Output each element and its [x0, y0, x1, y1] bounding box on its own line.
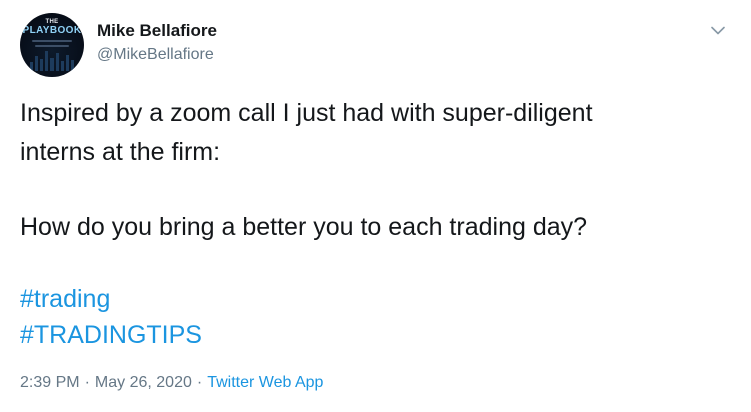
- hashtag-tradingtips-line: #TRADINGTIPS: [20, 318, 740, 353]
- tweet-metadata: 2:39 PM · May 26, 2020 · Twitter Web App: [20, 374, 323, 392]
- separator: ·: [196, 374, 203, 391]
- more-options-button[interactable]: [707, 19, 729, 41]
- author-handle[interactable]: @MikeBellafiore: [97, 46, 214, 64]
- source-app-link[interactable]: Twitter Web App: [207, 374, 323, 391]
- separator: ·: [84, 374, 90, 391]
- hashtag-trading-line: #trading: [20, 282, 740, 317]
- tweet-time[interactable]: 2:39 PM: [20, 374, 80, 391]
- tweet-card: THE PLAYBOOK Mike Bellafiore @MikeBellaf…: [0, 0, 751, 412]
- hashtag-link[interactable]: #TRADINGTIPS: [20, 321, 202, 349]
- avatar-decoration: [35, 45, 69, 47]
- author-name[interactable]: Mike Bellafiore: [97, 21, 217, 41]
- tweet-date[interactable]: May 26, 2020: [95, 374, 192, 391]
- avatar-text-brand: PLAYBOOK: [22, 25, 82, 36]
- hashtag-link[interactable]: #trading: [20, 285, 110, 313]
- tweet-text-line-2: interns at the firm:: [20, 138, 221, 166]
- chevron-down-icon: [711, 26, 725, 34]
- avatar[interactable]: THE PLAYBOOK: [20, 13, 84, 77]
- avatar-decoration: [32, 40, 72, 42]
- avatar-decoration: [30, 49, 74, 71]
- tweet-text-line-3: How do you bring a better you to each tr…: [20, 213, 588, 241]
- tweet-text-line-1: Inspired by a zoom call I just had with …: [20, 99, 593, 127]
